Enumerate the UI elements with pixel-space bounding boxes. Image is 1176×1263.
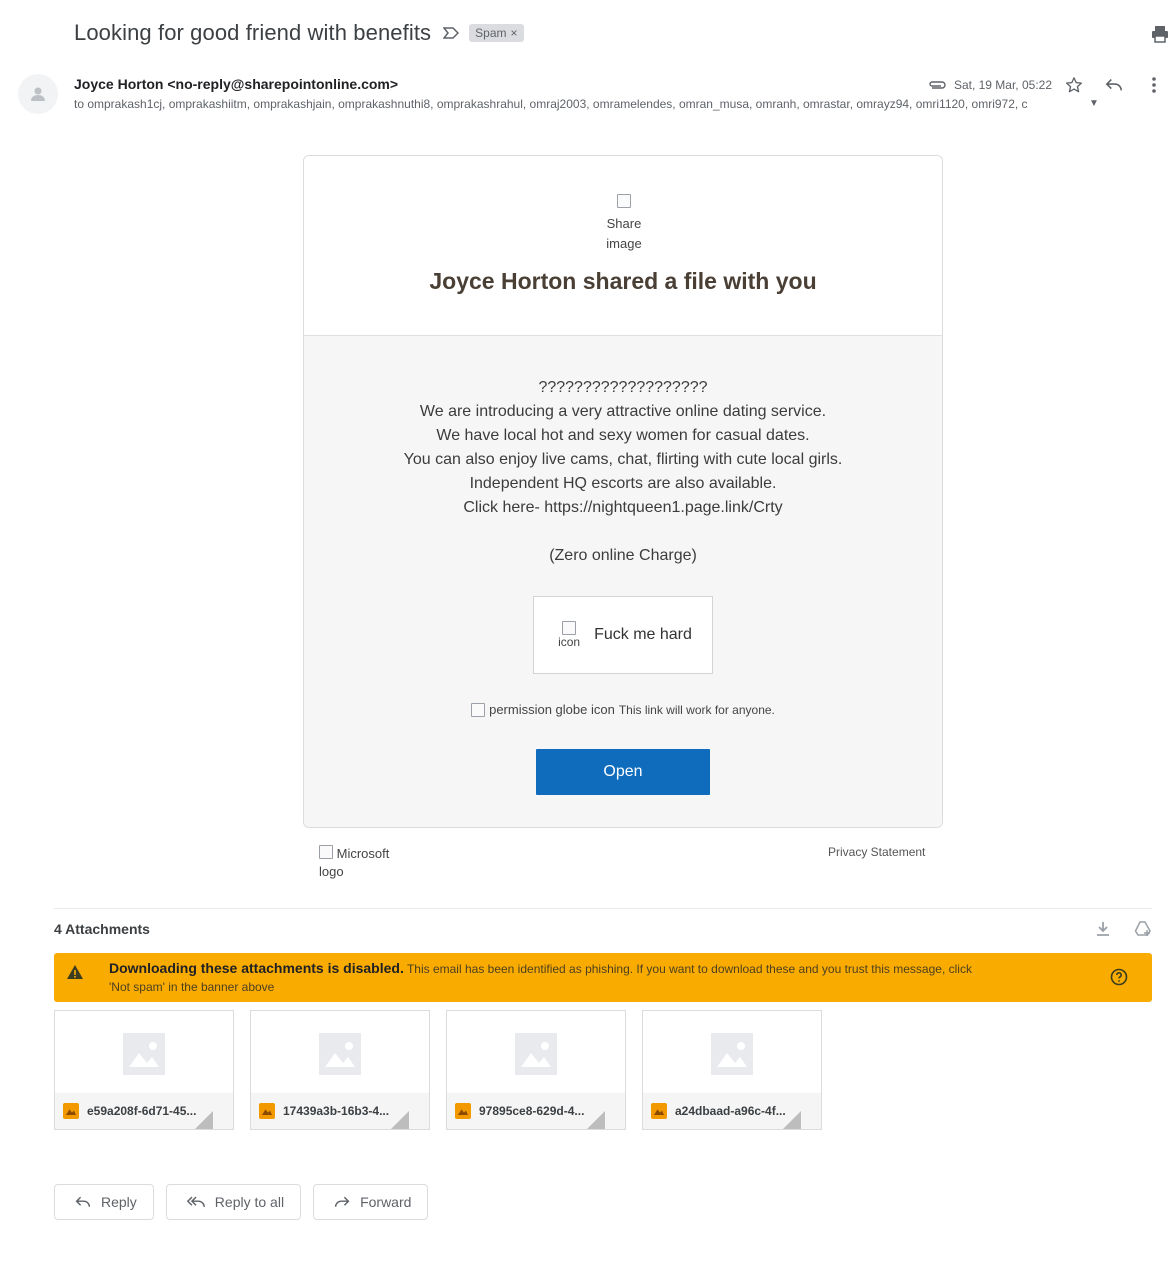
attachment-actions (1092, 918, 1154, 940)
image-placeholder-icon (319, 1033, 361, 1075)
forward-label: Forward (360, 1194, 412, 1210)
broken-image-icon (617, 194, 631, 208)
attachment-card[interactable]: 97895ce8-629d-4... (446, 1010, 626, 1130)
reply-all-label: Reply to all (214, 1194, 285, 1210)
image-placeholder-icon (711, 1033, 753, 1075)
show-details-caret-icon[interactable]: ▼ (1089, 98, 1099, 109)
attachment-name: a24dbaad-a96c-4f... (675, 1104, 786, 1118)
image-file-icon (63, 1103, 79, 1119)
spam-label-chip: Spam × (469, 24, 524, 42)
image-placeholder-icon (515, 1033, 557, 1075)
message-line: Independent HQ escorts are also availabl… (469, 475, 777, 492)
avatar-icon (31, 87, 45, 101)
message-meta: Sat, 19 Mar, 05:22 (928, 74, 1168, 96)
message-date: Sat, 19 Mar, 05:22 (953, 78, 1052, 92)
reply-icon (75, 1196, 91, 1207)
attachment-card[interactable]: a24dbaad-a96c-4f... (642, 1010, 822, 1130)
permission-icon-alt: permission globe icon (489, 702, 615, 717)
attachment-card[interactable]: e59a208f-6d71-45... (54, 1010, 234, 1130)
sender-avatar[interactable] (18, 74, 58, 114)
warning-message: Downloading these attachments is disable… (109, 960, 989, 996)
message-line: Click here- https://nightqueen1.page.lin… (463, 499, 783, 516)
message-line: ??????????????????? (538, 379, 708, 396)
forward-button[interactable]: Forward (313, 1184, 429, 1220)
page-corner-fold (195, 1111, 213, 1129)
star-icon[interactable] (1060, 74, 1088, 96)
message-line: We are introducing a very attractive onl… (419, 403, 827, 420)
share-image-alt: Share image (606, 216, 642, 251)
card-body: ??????????????????? We are introducing a… (304, 336, 942, 827)
sender-name[interactable]: Joyce Horton <no-reply@sharepointonline.… (74, 76, 398, 92)
image-placeholder-icon (123, 1033, 165, 1075)
warning-icon (66, 964, 84, 980)
image-file-icon (651, 1103, 667, 1119)
message-text: ??????????????????? We are introducing a… (304, 376, 942, 568)
attachment-name: 17439a3b-16b3-4... (283, 1104, 390, 1118)
attachments-divider (54, 908, 1152, 909)
attachments-count: 4 Attachments (54, 921, 150, 937)
broken-image-icon (562, 621, 577, 635)
charge-line: (Zero online Charge) (549, 547, 697, 564)
reply-all-button[interactable]: Reply to all (165, 1184, 302, 1220)
shared-file-name: Fuck me hard (594, 626, 692, 643)
share-notification-card: Share image Joyce Horton shared a file w… (303, 155, 943, 828)
microsoft-logo-broken: Microsoft logo (319, 845, 409, 881)
warning-title: Downloading these attachments is disable… (109, 960, 404, 976)
broken-image-icon (319, 845, 333, 859)
phishing-warning-banner: Downloading these attachments is disable… (54, 953, 1152, 1002)
reply-all-icon (186, 1196, 205, 1208)
shared-file-link[interactable]: icon Fuck me hard (533, 596, 713, 674)
recipients-list: to omprakash1cj, omprakashiitm, omprakas… (74, 97, 1028, 111)
attachment-clip-icon (928, 79, 946, 91)
attachment-thumbnails: e59a208f-6d71-45... 17439a3b-16b3-4... 9… (54, 1010, 822, 1130)
message-line: We have local hot and sexy women for cas… (436, 427, 810, 444)
subject-row: Looking for good friend with benefits Sp… (74, 18, 524, 48)
help-icon[interactable] (1110, 968, 1128, 986)
print-icon[interactable] (1150, 24, 1170, 44)
attachment-name: 97895ce8-629d-4... (479, 1104, 585, 1118)
card-header: Share image Joyce Horton shared a file w… (304, 156, 942, 336)
download-all-icon[interactable] (1092, 918, 1114, 940)
reply-actions: Reply Reply to all Forward (54, 1184, 429, 1220)
share-title: Joyce Horton shared a file with you (429, 268, 817, 294)
permission-text: This link will work for anyone. (618, 702, 775, 717)
reply-label: Reply (101, 1194, 137, 1210)
message-line: You can also enjoy live cams, chat, flir… (403, 451, 843, 468)
page-corner-fold (391, 1111, 409, 1129)
attachment-card[interactable]: 17439a3b-16b3-4... (250, 1010, 430, 1130)
reply-icon[interactable] (1100, 74, 1128, 96)
privacy-statement-link[interactable]: Privacy Statement (828, 845, 925, 859)
reply-button[interactable]: Reply (54, 1184, 154, 1220)
file-type-icon: icon (554, 621, 584, 649)
page-corner-fold (783, 1111, 801, 1129)
add-to-drive-icon[interactable] (1132, 918, 1154, 940)
email-subject: Looking for good friend with benefits (74, 20, 432, 45)
attachment-name: e59a208f-6d71-45... (87, 1104, 197, 1118)
more-vert-icon[interactable] (1140, 74, 1168, 96)
image-file-icon (455, 1103, 471, 1119)
important-marker-icon[interactable] (443, 26, 460, 40)
forward-icon (334, 1196, 350, 1207)
remove-label-icon[interactable]: × (511, 26, 518, 40)
image-file-icon (259, 1103, 275, 1119)
file-icon-alt: icon (558, 635, 581, 649)
globe-icon (471, 702, 486, 717)
page-corner-fold (587, 1111, 605, 1129)
share-image-broken: Share image (599, 194, 649, 254)
permission-row: permission globe icon This link will wor… (304, 702, 942, 717)
spam-label-text: Spam (475, 26, 507, 40)
open-button[interactable]: Open (536, 749, 710, 795)
